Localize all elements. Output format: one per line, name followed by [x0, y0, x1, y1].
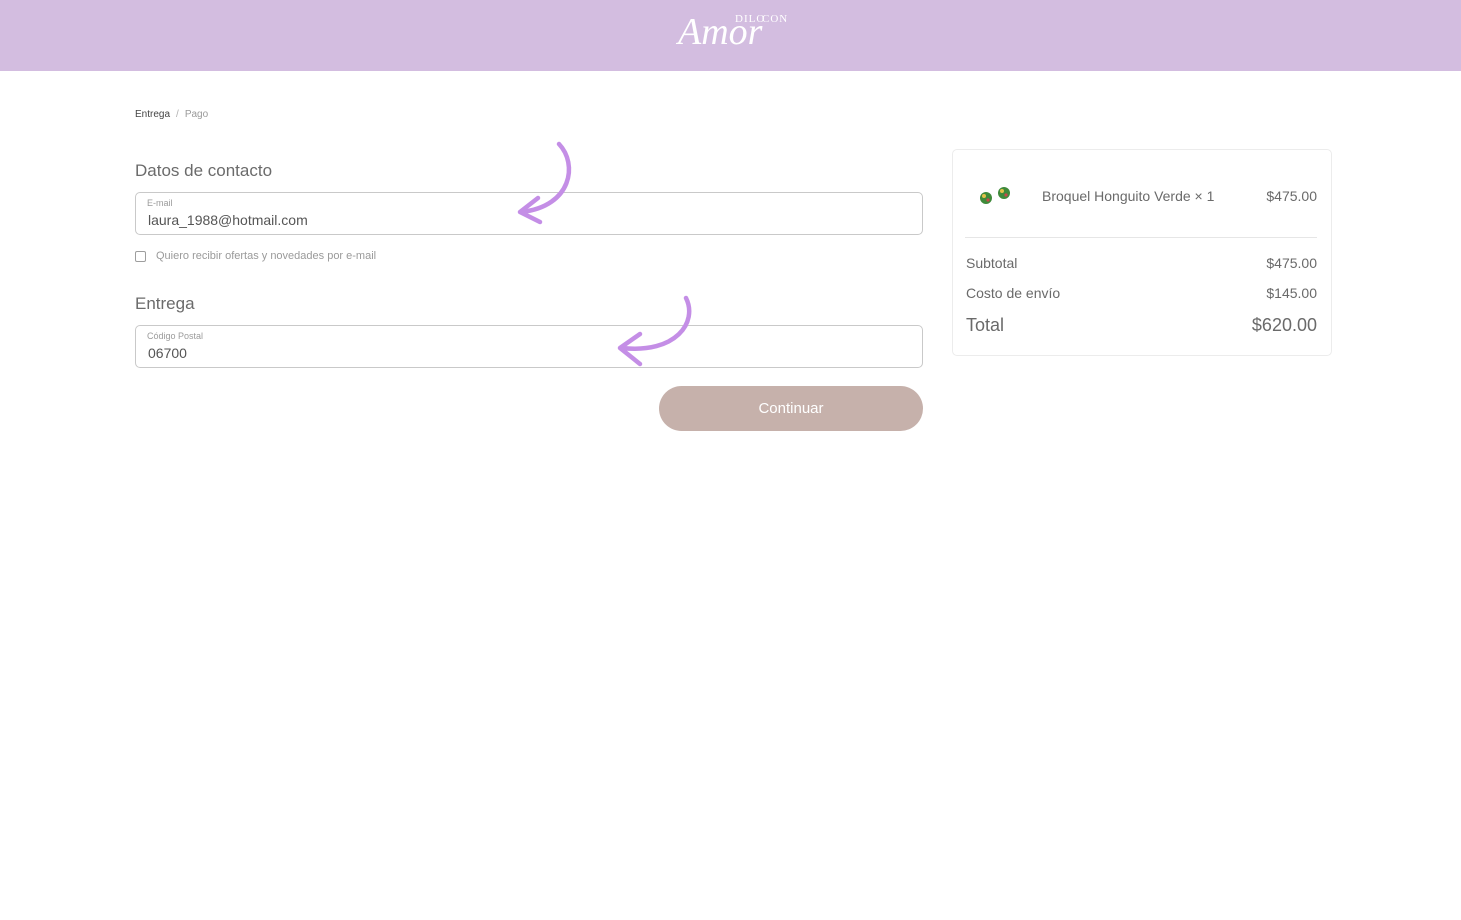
shipping-label: Costo de envío [966, 285, 1061, 301]
site-header: DILO CON Amor [0, 0, 1461, 71]
newsletter-checkbox[interactable] [135, 250, 146, 262]
email-input[interactable]: laura_1988@hotmail.com [148, 212, 308, 228]
earrings-thumbnail [980, 187, 1010, 204]
delivery-section-title: Entrega [135, 294, 195, 313]
brand-logo[interactable]: DILO CON Amor [672, 0, 796, 58]
newsletter-option[interactable]: Quiero recibir ofertas y novedades por e… [135, 250, 376, 262]
contact-section-title: Datos de contacto [135, 161, 273, 180]
product-price: $475.00 [1266, 188, 1317, 204]
email-label: E-mail [147, 198, 173, 208]
postal-code-label: Código Postal [147, 331, 204, 341]
summary-divider [965, 237, 1317, 238]
shipping-value: $145.00 [1266, 285, 1317, 301]
curved-arrow-icon [617, 295, 692, 367]
breadcrumb-separator: / [176, 109, 179, 120]
continue-button[interactable]: Continuar [659, 386, 923, 431]
logo-word-amor: Amor [675, 11, 763, 53]
subtotal-label: Subtotal [966, 255, 1018, 271]
postal-code-input[interactable]: 06700 [148, 345, 187, 361]
breadcrumb: Entrega / Pago [135, 109, 208, 120]
breadcrumb-entrega[interactable]: Entrega [135, 109, 170, 120]
logo-word-con: CON [762, 13, 788, 25]
subtotal-value: $475.00 [1266, 255, 1317, 271]
breadcrumb-pago[interactable]: Pago [185, 109, 208, 120]
total-value: $620.00 [1251, 315, 1317, 335]
postal-code-field[interactable]: Código Postal 06700 [135, 325, 923, 368]
order-summary: Broquel Honguito Verde × 1 $475.00 Subto… [952, 149, 1332, 356]
total-label: Total [966, 315, 1005, 335]
product-name: Broquel Honguito Verde × 1 [1042, 188, 1215, 204]
curved-arrow-icon [517, 141, 572, 225]
newsletter-label: Quiero recibir ofertas y novedades por e… [156, 250, 377, 262]
